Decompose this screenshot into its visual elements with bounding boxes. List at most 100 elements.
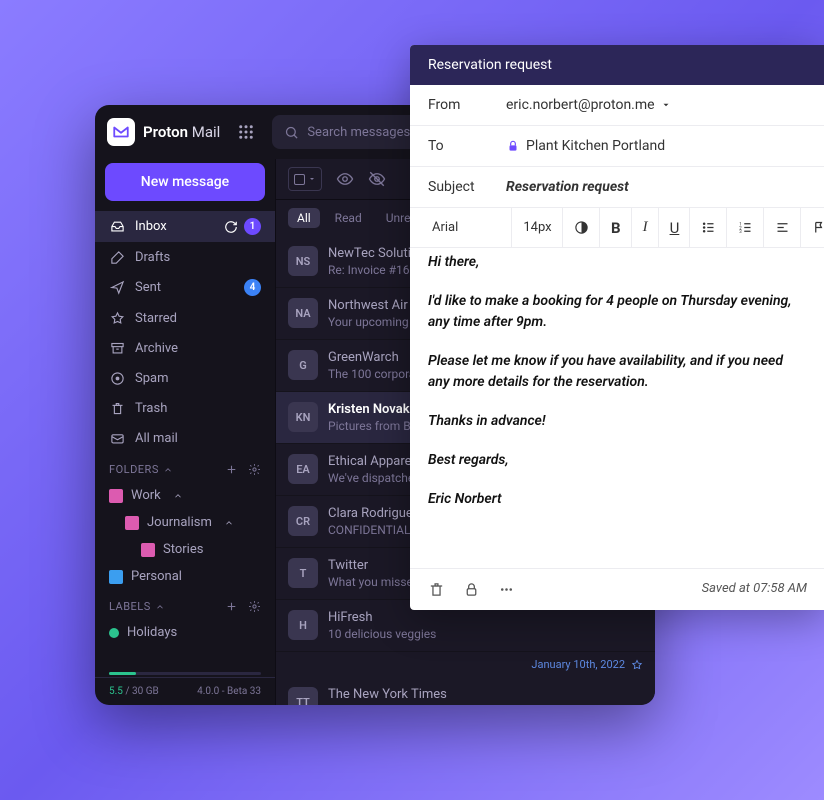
editor-toolbar: Arial 14px B I U 123 xyxy=(410,208,824,248)
labels-section-head[interactable]: LABELS xyxy=(95,590,275,619)
sidebar-item-drafts[interactable]: Drafts xyxy=(95,242,275,272)
unread-toggle-icon[interactable] xyxy=(368,170,386,188)
sidebar-item-allmail[interactable]: All mail xyxy=(95,423,275,453)
message-row[interactable]: TT The New York Times Your Monday Briefing xyxy=(276,677,655,705)
body-para-3: Thanks in advance! xyxy=(428,411,807,432)
message-subject: Your Monday Briefing xyxy=(328,704,643,705)
brand-logo: Proton Mail xyxy=(107,118,220,146)
read-toggle-icon[interactable] xyxy=(336,170,354,188)
subject-value: Reservation request xyxy=(506,179,629,195)
chevron-up-icon xyxy=(224,518,234,528)
body-para-1: I'd like to make a booking for 4 people … xyxy=(428,291,807,333)
sidebar-item-label: Spam xyxy=(135,371,261,386)
font-size-select[interactable]: 14px xyxy=(513,208,563,248)
allmail-icon xyxy=(109,430,125,446)
subject-label: Subject xyxy=(428,179,486,195)
bold-button[interactable]: B xyxy=(601,208,632,248)
filter-read[interactable]: Read xyxy=(326,208,371,228)
logo-icon xyxy=(107,118,135,146)
sender-name: HiFresh xyxy=(328,610,643,625)
new-message-button[interactable]: New message xyxy=(105,163,265,201)
font-family-select[interactable]: Arial xyxy=(422,208,512,248)
underline-button[interactable]: U xyxy=(660,208,691,248)
folder-journalism[interactable]: Journalism xyxy=(95,509,275,536)
sender-name: The New York Times xyxy=(328,687,643,702)
sidebar-item-inbox[interactable]: Inbox 1 xyxy=(95,211,275,242)
star-icon xyxy=(109,310,125,326)
label-dot-icon xyxy=(109,628,119,638)
avatar: KN xyxy=(288,402,318,432)
sidebar: New message Inbox 1 Drafts Sent xyxy=(95,159,275,705)
folder-stories[interactable]: Stories xyxy=(95,536,275,563)
saved-status: Saved at 07:58 AM xyxy=(702,581,807,598)
editor-body[interactable]: Hi there, I'd like to make a booking for… xyxy=(410,248,824,568)
chevron-up-icon xyxy=(163,465,173,475)
message-subject: 10 delicious veggies xyxy=(328,627,643,641)
delete-draft-icon[interactable] xyxy=(428,581,445,598)
align-button[interactable] xyxy=(765,208,801,248)
contrast-button[interactable] xyxy=(564,208,600,248)
folders-section-head[interactable]: FOLDERS xyxy=(95,453,275,482)
to-label: To xyxy=(428,138,486,154)
folder-icon xyxy=(141,543,155,557)
sidebar-item-starred[interactable]: Starred xyxy=(95,303,275,333)
ordered-list-button[interactable]: 123 xyxy=(728,208,764,248)
from-field-row: From eric.norbert@proton.me xyxy=(410,85,824,126)
folder-icon xyxy=(125,516,139,530)
avatar: G xyxy=(288,350,318,380)
encryption-icon[interactable] xyxy=(463,581,480,598)
storage-meter xyxy=(109,672,261,675)
brand-name: Proton Mail xyxy=(143,123,220,141)
folder-work[interactable]: Work xyxy=(95,482,275,509)
sidebar-item-spam[interactable]: Spam xyxy=(95,363,275,393)
filter-all[interactable]: All xyxy=(288,208,320,228)
bullet-list-button[interactable] xyxy=(691,208,727,248)
sidebar-item-label: Inbox xyxy=(135,219,214,234)
folder-personal[interactable]: Personal xyxy=(95,563,275,590)
add-label-icon[interactable] xyxy=(225,600,238,613)
subject-field-row[interactable]: Subject Reservation request xyxy=(410,167,824,208)
to-field-row[interactable]: To Plant Kitchen Portland xyxy=(410,126,824,167)
sidebar-item-label: Starred xyxy=(135,311,261,326)
avatar: T xyxy=(288,558,318,588)
avatar: NA xyxy=(288,298,318,328)
label-holidays[interactable]: Holidays xyxy=(95,619,275,646)
avatar: CR xyxy=(288,506,318,536)
folder-label: Personal xyxy=(131,569,182,584)
sidebar-footer: 5.5 / 30 GB 4.0.0 - Beta 33 xyxy=(95,677,275,705)
italic-button[interactable]: I xyxy=(633,208,659,248)
message-date-meta: January 10th, 2022 xyxy=(276,652,655,677)
folder-label: Stories xyxy=(163,542,203,557)
label-settings-icon[interactable] xyxy=(248,600,261,613)
body-para-2: Please let me know if you have availabil… xyxy=(428,351,807,393)
sidebar-item-label: Trash xyxy=(135,401,261,416)
folder-label: Work xyxy=(131,488,161,503)
from-value[interactable]: eric.norbert@proton.me xyxy=(506,97,671,113)
sidebar-item-trash[interactable]: Trash xyxy=(95,393,275,423)
select-all-checkbox[interactable] xyxy=(288,167,322,191)
folder-label: Journalism xyxy=(147,515,212,530)
folder-settings-icon[interactable] xyxy=(248,463,261,476)
app-switcher-icon[interactable] xyxy=(232,118,260,146)
body-greeting: Hi there, xyxy=(428,252,807,273)
add-folder-icon[interactable] xyxy=(225,463,238,476)
sidebar-item-archive[interactable]: Archive xyxy=(95,333,275,363)
search-icon xyxy=(284,125,299,140)
svg-text:3: 3 xyxy=(740,230,743,235)
from-label: From xyxy=(428,97,486,113)
star-icon[interactable] xyxy=(631,659,643,671)
label-text: Holidays xyxy=(127,625,177,640)
lock-icon xyxy=(506,139,520,153)
avatar: TT xyxy=(288,687,318,705)
compose-footer: Saved at 07:58 AM xyxy=(410,568,824,610)
sent-icon xyxy=(109,280,125,296)
sidebar-item-sent[interactable]: Sent 4 xyxy=(95,272,275,303)
chevron-down-icon xyxy=(661,100,671,110)
more-options-icon[interactable] xyxy=(498,581,515,598)
storage-total: / 30 GB xyxy=(125,686,158,697)
chevron-up-icon xyxy=(173,491,183,501)
refresh-icon[interactable] xyxy=(224,220,238,234)
to-value: Plant Kitchen Portland xyxy=(506,138,665,154)
more-format-button[interactable] xyxy=(802,208,824,248)
inbox-badge: 1 xyxy=(244,218,261,235)
